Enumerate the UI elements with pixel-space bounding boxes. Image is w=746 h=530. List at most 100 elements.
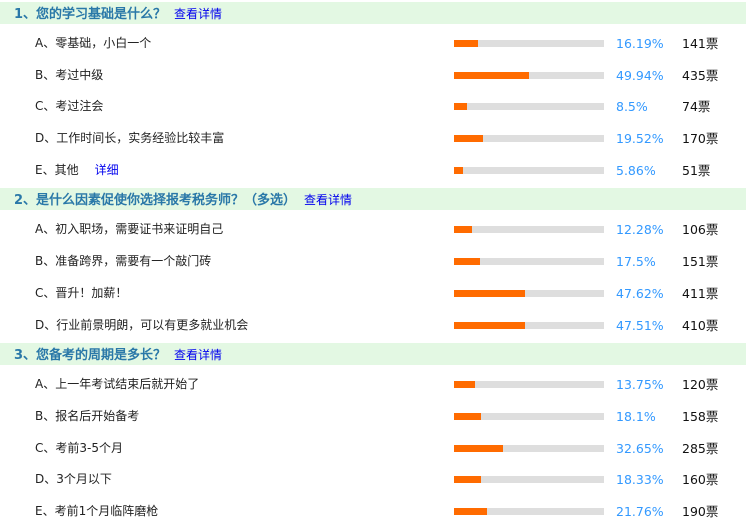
progress-bar-track <box>454 412 604 420</box>
option-label-wrap: D、工作时间长，实务经验比较丰富 <box>35 123 224 155</box>
progress-bar-fill <box>454 476 482 484</box>
option-row: A、零基础，小白一个 16.19% 141票 <box>0 28 746 60</box>
option-votes: 285票 <box>682 440 719 456</box>
option-row: C、考前3-5个月 32.65% 285票 <box>0 433 746 465</box>
option-label-wrap: E、其他 详细 <box>35 155 119 187</box>
option-percent: 18.33% <box>616 472 664 488</box>
progress-bar-fill <box>454 103 467 111</box>
option-row: B、准备跨界，需要有一个敲门砖 17.5% 151票 <box>0 246 746 278</box>
progress-bar-fill <box>454 289 526 297</box>
option-row: B、报名后开始备考 18.1% 158票 <box>0 401 746 433</box>
progress-bar-fill <box>454 135 484 143</box>
view-details-link[interactable]: 查看详情 <box>304 193 352 207</box>
progress-bar-track <box>454 71 604 79</box>
option-row: E、考前1个月临阵磨枪 21.76% 190票 <box>0 496 746 528</box>
option-detail-link[interactable]: 详细 <box>95 163 119 177</box>
option-votes: 411票 <box>682 285 719 301</box>
option-label-wrap: A、初入职场，需要证书来证明自己 <box>35 214 223 246</box>
survey-question: 3、您备考的周期是多长？ 查看详情 A、上一年考试结束后就开始了 13.75% 120票… <box>0 343 746 527</box>
option-label: D、工作时间长，实务经验比较丰富 <box>35 131 225 146</box>
option-label: C、考前3-5个月 <box>35 440 123 455</box>
option-label-wrap: B、考过中级 <box>35 60 103 92</box>
option-row: D、工作时间长，实务经验比较丰富 19.52% 170票 <box>0 123 746 155</box>
progress-bar-track <box>454 166 604 174</box>
option-votes: 106票 <box>682 222 719 238</box>
option-label: A、零基础，小白一个 <box>35 36 152 50</box>
question-header: 2、是什么因素促使你选择报考税务师？（多选） 查看详情 <box>0 188 746 211</box>
option-label: A、初入职场，需要证书来证明自己 <box>35 222 224 237</box>
progress-bar-fill <box>454 444 503 452</box>
view-details-link[interactable]: 查看详情 <box>174 348 222 362</box>
progress-bar-fill <box>454 507 487 515</box>
option-row: A、上一年考试结束后就开始了 13.75% 120票 <box>0 369 746 401</box>
question-title: 3、您备考的周期是多长？ <box>14 348 167 364</box>
option-votes: 170票 <box>682 131 719 147</box>
progress-bar-fill <box>454 226 473 234</box>
progress-bar-fill <box>454 381 475 389</box>
option-label-wrap: C、晋升！加薪！ <box>35 278 127 310</box>
option-label-wrap: E、考前1个月临阵磨枪 <box>35 496 158 528</box>
option-label-wrap: C、考过注会 <box>35 91 103 123</box>
question-title: 2、是什么因素促使你选择报考税务师？（多选） <box>14 193 297 209</box>
option-row: C、晋升！加薪！ 47.62% 411票 <box>0 278 746 310</box>
option-label-wrap: A、上一年考试结束后就开始了 <box>35 369 199 401</box>
option-votes: 151票 <box>682 254 719 270</box>
option-label: E、考前1个月临阵磨枪 <box>35 503 159 518</box>
option-row: C、考过注会 8.5% 74票 <box>0 91 746 123</box>
option-percent: 5.86% <box>616 162 656 178</box>
progress-bar-track <box>454 507 604 515</box>
progress-bar-track <box>454 289 604 297</box>
option-label: E、其他 <box>35 162 79 177</box>
option-label: A、上一年考试结束后就开始了 <box>35 377 200 392</box>
option-percent: 47.51% <box>616 317 664 333</box>
option-votes: 141票 <box>682 36 719 51</box>
progress-bar-track <box>454 321 604 329</box>
view-details-link[interactable]: 查看详情 <box>174 7 222 21</box>
option-label-wrap: B、准备跨界，需要有一个敲门砖 <box>35 246 211 278</box>
option-percent: 21.76% <box>616 503 664 519</box>
option-percent: 47.62% <box>616 285 664 301</box>
survey-question: 1、您的学习基础是什么？ 查看详情 A、零基础，小白一个 16.19% 141票 B、考过… <box>0 2 746 186</box>
option-percent: 17.5% <box>616 254 656 270</box>
option-votes: 190票 <box>682 503 719 519</box>
progress-bar-fill <box>454 166 463 174</box>
option-votes: 51票 <box>682 162 711 178</box>
option-row: E、其他 详细 5.86% 51票 <box>0 155 746 187</box>
option-row: A、初入职场，需要证书来证明自己 12.28% 106票 <box>0 214 746 246</box>
option-label: C、考过注会 <box>35 99 104 114</box>
option-percent: 8.5% <box>616 99 648 115</box>
option-label: D、行业前景明朗，可以有更多就业机会 <box>35 317 249 332</box>
option-label-wrap: D、行业前景明朗，可以有更多就业机会 <box>35 310 248 342</box>
progress-bar-fill <box>454 258 481 266</box>
option-votes: 74票 <box>682 99 711 115</box>
option-percent: 18.1% <box>616 408 656 424</box>
progress-bar-track <box>454 103 604 111</box>
option-label: B、报名后开始备考 <box>35 408 140 423</box>
question-title: 1、您的学习基础是什么？ <box>14 7 167 22</box>
progress-bar-track <box>454 444 604 452</box>
progress-bar-track <box>454 476 604 484</box>
option-label-wrap: B、报名后开始备考 <box>35 401 139 433</box>
option-percent: 49.94% <box>616 67 664 83</box>
survey-results: 1、您的学习基础是什么？ 查看详情 A、零基础，小白一个 16.19% 141票 B、考过… <box>0 0 746 528</box>
option-row: D、3个月以下 18.33% 160票 <box>0 464 746 496</box>
progress-bar-fill <box>454 412 482 420</box>
option-votes: 160票 <box>682 472 719 488</box>
option-label: C、晋升！加薪！ <box>35 285 128 300</box>
progress-bar-track <box>454 226 604 234</box>
option-votes: 120票 <box>682 377 719 393</box>
option-label-wrap: D、3个月以下 <box>35 464 112 496</box>
option-votes: 158票 <box>682 408 719 424</box>
option-label-wrap: C、考前3-5个月 <box>35 433 123 465</box>
progress-bar-track <box>454 135 604 143</box>
option-votes: 435票 <box>682 67 719 83</box>
question-header: 3、您备考的周期是多长？ 查看详情 <box>0 343 746 366</box>
option-percent: 19.52% <box>616 131 664 147</box>
option-votes: 410票 <box>682 317 719 333</box>
progress-bar-fill <box>454 40 479 47</box>
progress-bar-track <box>454 381 604 389</box>
question-header: 1、您的学习基础是什么？ 查看详情 <box>0 2 746 24</box>
option-percent: 16.19% <box>616 36 664 51</box>
progress-bar-fill <box>454 321 526 329</box>
option-label: B、准备跨界，需要有一个敲门砖 <box>35 254 212 269</box>
